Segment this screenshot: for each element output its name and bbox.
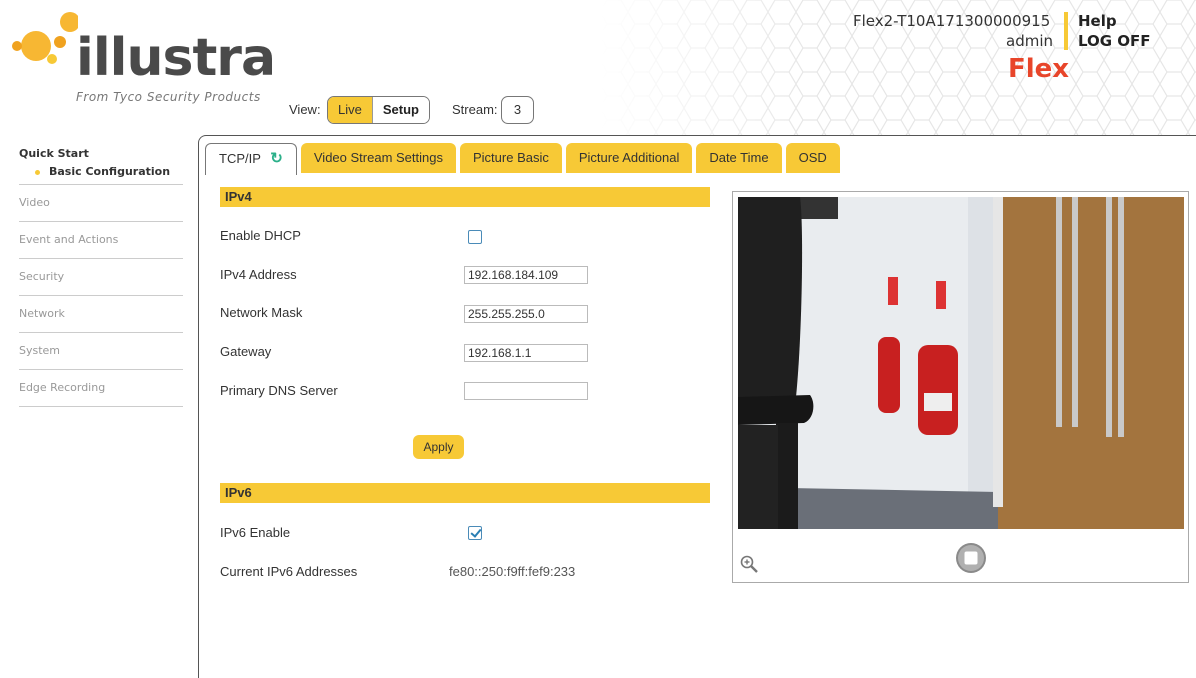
logo-subtitle: From Tyco Security Products — [76, 90, 261, 104]
product-name: Flex — [1008, 54, 1070, 84]
sidebar-item-security[interactable]: Security — [19, 259, 183, 296]
sidebar-item-system[interactable]: System — [19, 333, 183, 370]
ipv4-address-label: IPv4 Address — [220, 267, 297, 282]
enable-dhcp-checkbox[interactable] — [468, 230, 482, 244]
illustra-logo: illustra From Tyco Security Products — [8, 10, 276, 105]
ipv6-enable-label: IPv6 Enable — [220, 525, 291, 540]
primary-dns-label: Primary DNS Server — [220, 383, 338, 398]
current-ipv6-label: Current IPv6 Addresses — [220, 564, 358, 579]
sidebar-item-event-and-actions[interactable]: Event and Actions — [19, 222, 183, 259]
enable-dhcp-label: Enable DHCP — [220, 228, 301, 243]
zoom-icon[interactable] — [739, 554, 759, 574]
help-link[interactable]: Help — [1078, 12, 1117, 30]
sidebar-item-label: Basic Configuration — [49, 165, 171, 178]
sidebar-item-basic-configuration[interactable]: Basic Configuration — [19, 162, 183, 185]
tab-tcp-ip[interactable]: TCP/IP ↻ — [205, 143, 297, 175]
gateway-label: Gateway — [220, 344, 272, 359]
tab-osd[interactable]: OSD — [785, 143, 840, 173]
live-video-image — [738, 197, 1184, 529]
tab-bar: TCP/IP ↻ Video Stream Settings Picture B… — [205, 143, 844, 175]
ipv6-section-header: IPv6 — [220, 483, 710, 503]
ipv6-enable-checkbox[interactable] — [468, 526, 482, 540]
primary-dns-input[interactable] — [464, 382, 588, 400]
stop-button-icon[interactable] — [955, 542, 987, 574]
sidebar-quick-start[interactable]: Quick Start — [19, 146, 183, 162]
logoff-link[interactable]: LOG OFF — [1078, 32, 1151, 50]
tab-video-stream-settings[interactable]: Video Stream Settings — [300, 143, 456, 173]
tab-date-time[interactable]: Date Time — [696, 143, 782, 173]
apply-button[interactable]: Apply — [413, 435, 464, 459]
stream-label: Stream: — [452, 102, 498, 117]
logo-wordmark: illustra — [76, 28, 276, 88]
network-mask-input[interactable] — [464, 305, 588, 323]
tab-label: TCP/IP — [219, 151, 261, 166]
sidebar-item-edge-recording[interactable]: Edge Recording — [19, 370, 183, 407]
gateway-input[interactable] — [464, 344, 588, 362]
tab-picture-basic[interactable]: Picture Basic — [460, 143, 562, 173]
view-toggle: Live Setup — [327, 96, 430, 124]
bullet-icon — [35, 170, 40, 175]
video-preview-panel — [732, 191, 1189, 583]
header-divider — [1064, 12, 1068, 50]
current-ipv6-value: fe80::250:f9ff:fef9:233 — [449, 564, 576, 579]
setup-button[interactable]: Setup — [371, 97, 429, 123]
refresh-icon[interactable]: ↻ — [270, 150, 283, 167]
device-name: Flex2-T10A171300000915 — [853, 12, 1051, 30]
view-label: View: — [289, 102, 321, 117]
sidebar-item-network[interactable]: Network — [19, 296, 183, 333]
user-name: admin — [1006, 32, 1053, 50]
live-button[interactable]: Live — [328, 97, 372, 123]
tab-picture-additional[interactable]: Picture Additional — [565, 143, 693, 173]
ipv4-section-header: IPv4 — [220, 187, 710, 207]
network-mask-label: Network Mask — [220, 305, 303, 320]
ipv4-address-input[interactable] — [464, 266, 588, 284]
logo-mark-icon — [12, 12, 78, 64]
stream-selector[interactable]: 3 — [501, 96, 534, 124]
sidebar-item-video[interactable]: Video — [19, 185, 183, 222]
sidebar: Quick Start Basic Configuration Video Ev… — [19, 140, 183, 407]
